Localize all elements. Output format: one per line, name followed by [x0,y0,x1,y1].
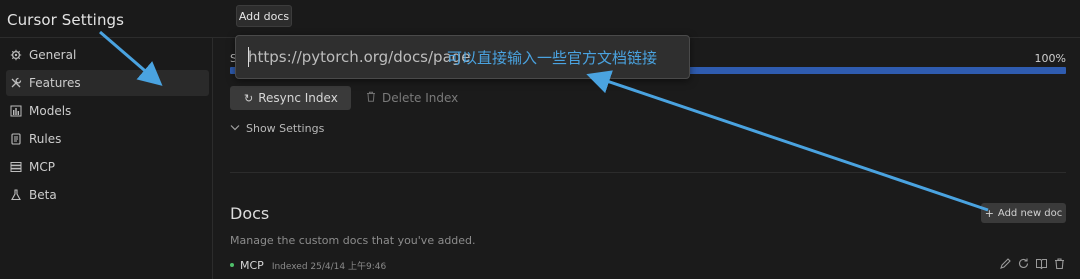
doc-name: MCP [240,258,264,272]
show-settings-toggle[interactable]: Show Settings [230,122,324,135]
app-header: Cursor Settings [0,0,1080,38]
add-new-doc-label: Add new doc [997,207,1063,219]
refresh-icon: ↻ [244,91,254,105]
sidebar-item-label: General [29,48,77,62]
file-icon [9,132,23,146]
trash-icon[interactable] [1053,257,1066,273]
resync-index-button[interactable]: ↻ Resync Index [230,86,351,110]
bar-chart-icon [9,104,23,118]
server-icon [9,160,23,174]
sidebar-item-label: Beta [29,188,57,202]
tools-icon [9,76,23,90]
gear-icon [9,48,23,62]
edit-icon[interactable] [999,257,1012,273]
book-icon[interactable] [1035,257,1048,273]
sidebar: General Features Models Rules MCP Beta [0,38,213,279]
sidebar-item-general[interactable]: General [6,42,209,68]
plus-icon: + [984,206,994,220]
doc-actions [999,257,1066,273]
sidebar-item-mcp[interactable]: MCP [6,154,209,180]
show-settings-label: Show Settings [246,122,325,135]
sidebar-item-rules[interactable]: Rules [6,126,209,152]
section-divider [230,172,1066,173]
doc-url-input[interactable]: https://pytorch.org/docs/page [248,48,471,66]
doc-index-status: Indexed 25/4/14 上午9:46 [271,261,387,272]
docs-section-description: Manage the custom docs that you've added… [230,234,476,247]
indexed-status-dot [230,263,234,267]
annotation-text: 可以直接输入一些官方文档链接 [447,49,658,67]
index-progress-percent: 100% [1034,52,1066,65]
delete-index-button[interactable]: Delete Index [366,86,458,110]
refresh-icon[interactable] [1017,257,1030,273]
chevron-down-icon [230,123,240,134]
docs-section-title: Docs [230,204,270,223]
sidebar-item-label: MCP [29,160,55,174]
app-title: Cursor Settings [7,11,125,29]
sidebar-item-label: Models [29,104,72,118]
sidebar-item-beta[interactable]: Beta [6,182,209,208]
delete-index-label: Delete Index [382,91,459,105]
sidebar-item-label: Rules [29,132,62,146]
doc-list-item: MCP Indexed 25/4/14 上午9:46 [230,257,1066,273]
sidebar-item-models[interactable]: Models [6,98,209,124]
add-docs-tooltip: Add docs [236,5,292,27]
flask-icon [9,188,23,202]
resync-index-label: Resync Index [258,91,338,105]
sidebar-item-label: Features [29,76,81,90]
trash-icon [366,91,376,105]
sidebar-item-features[interactable]: Features [6,70,209,96]
add-new-doc-button[interactable]: + Add new doc [981,203,1066,223]
